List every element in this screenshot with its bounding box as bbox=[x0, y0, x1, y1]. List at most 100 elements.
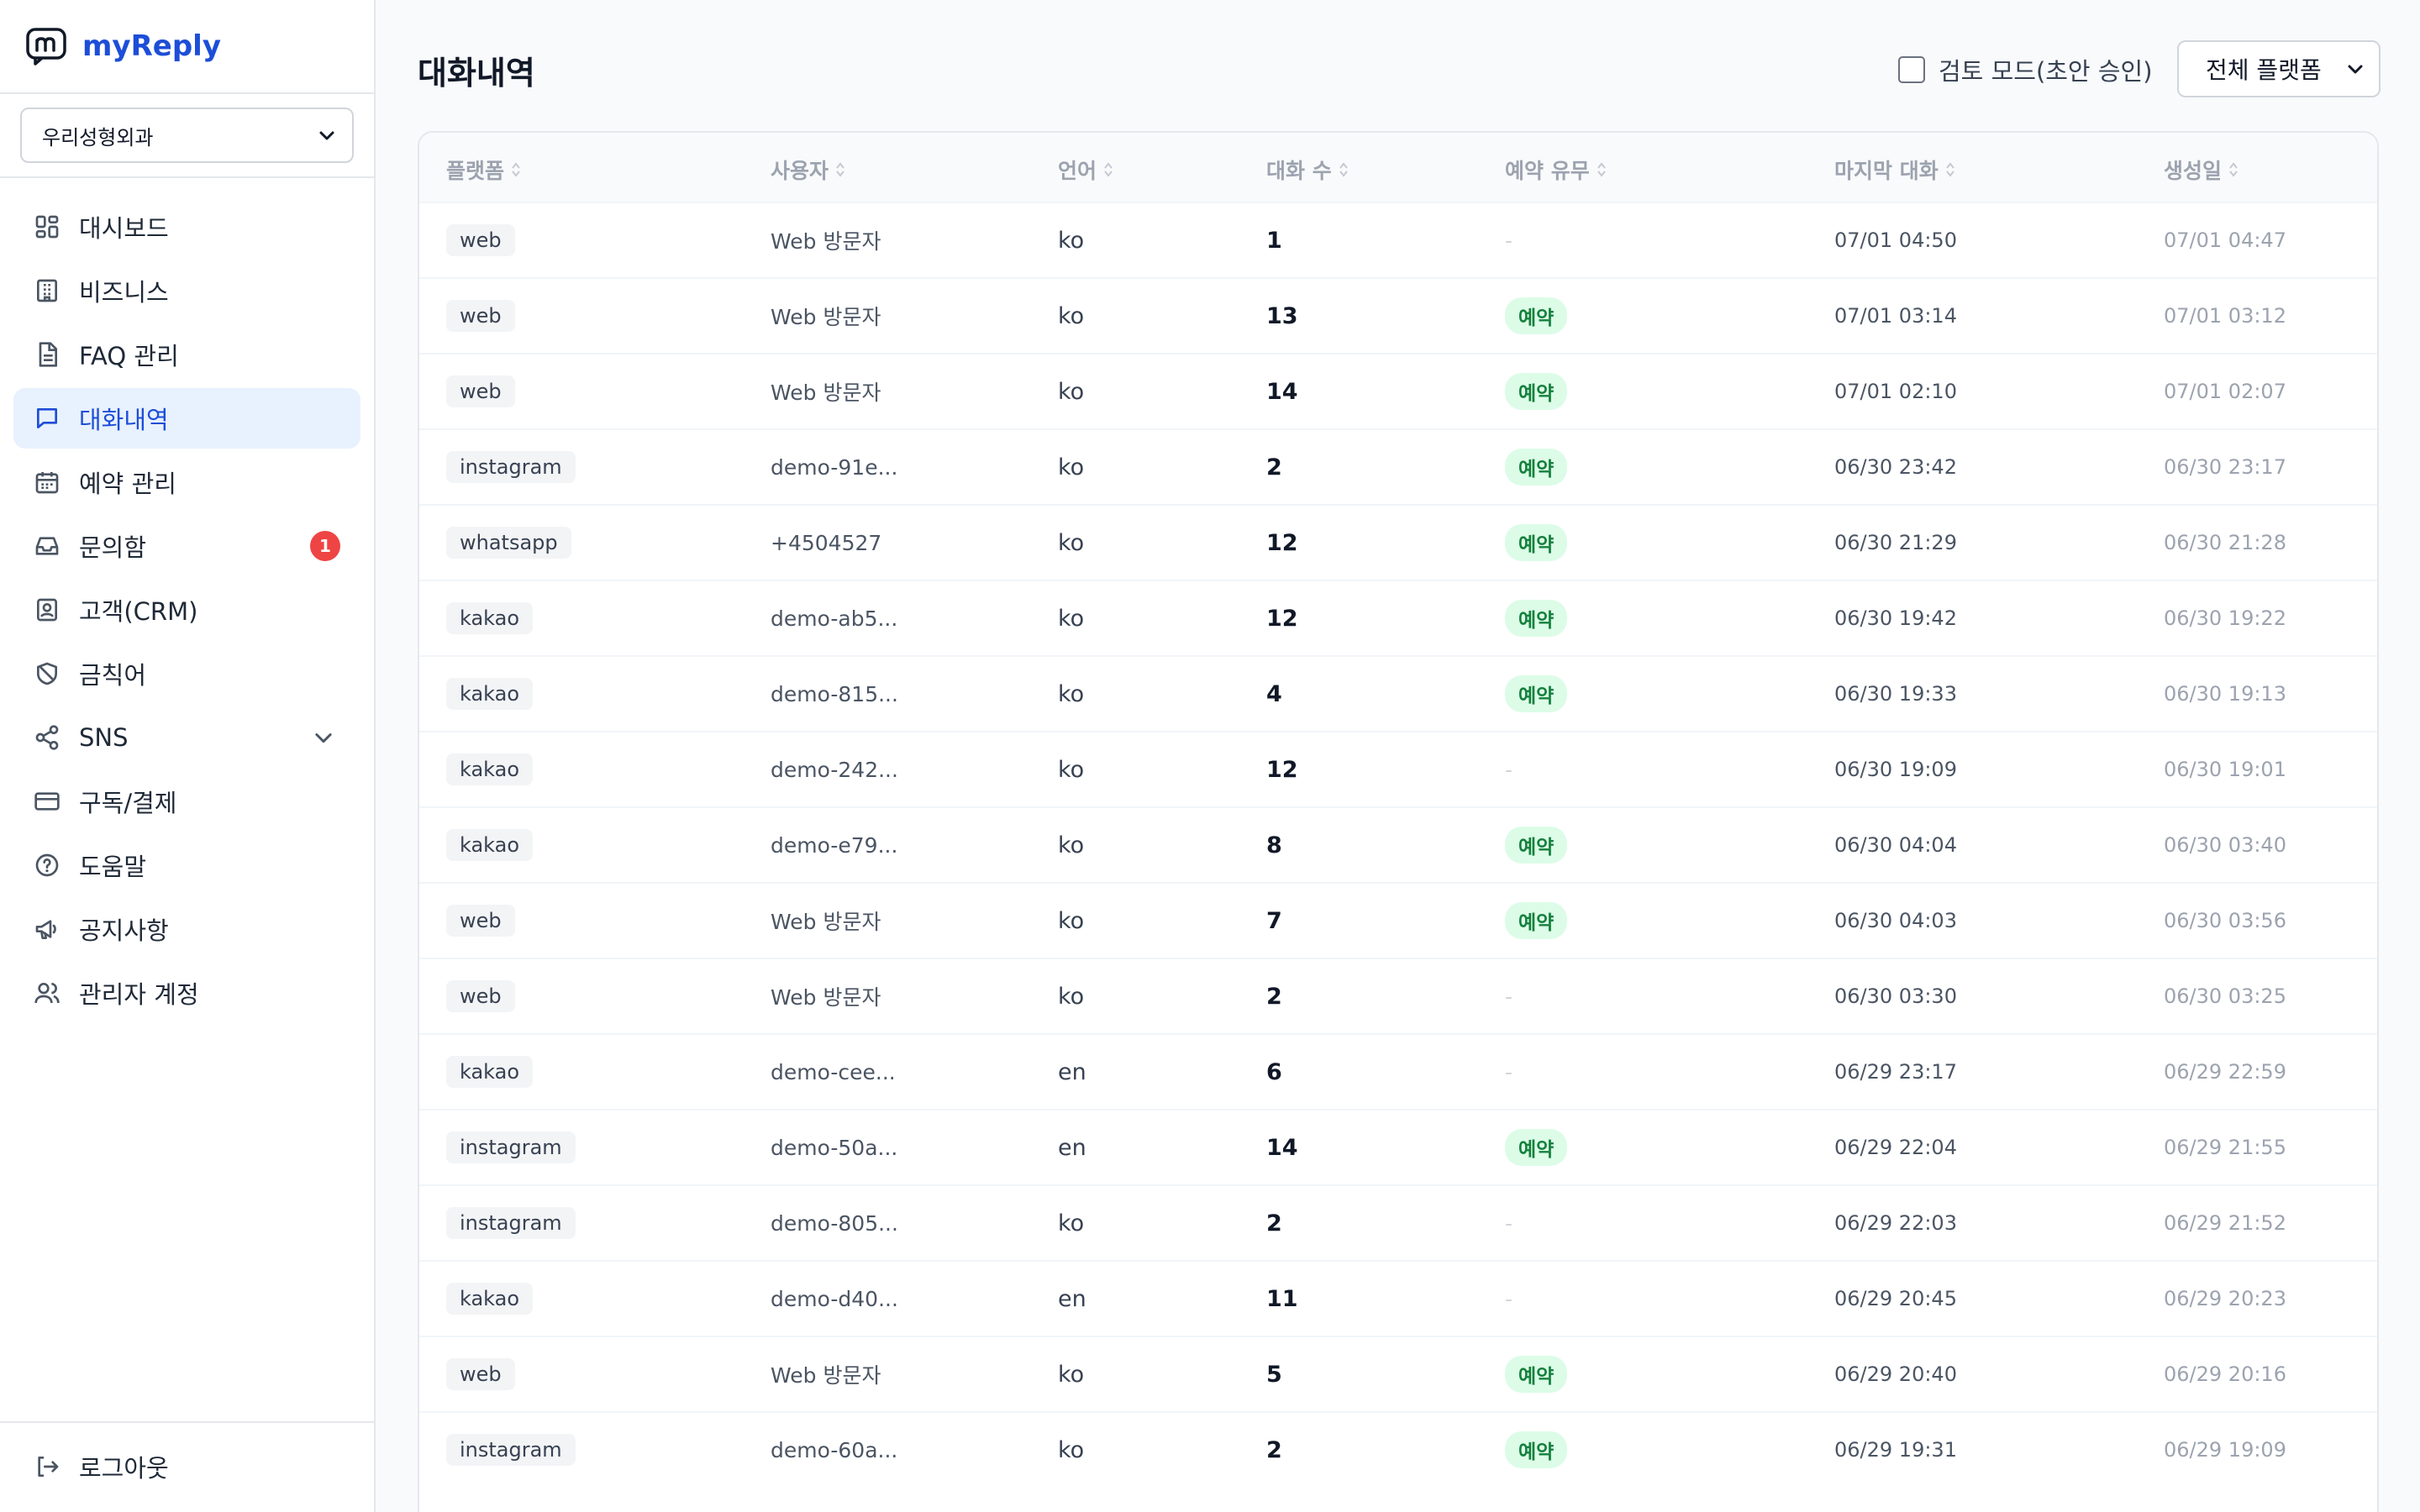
reservation-badge-cell: 예약 bbox=[1505, 581, 1568, 655]
sidebar-item-subscription[interactable]: 구독/결제 bbox=[13, 771, 360, 832]
sidebar-item-faq[interactable]: FAQ 관리 bbox=[13, 324, 360, 385]
table-row[interactable]: kakao demo-242... ko 12 - 06/30 19:09 06/30 19… bbox=[419, 731, 2377, 806]
sidebar-item-help[interactable]: 도움말 bbox=[13, 835, 360, 895]
language: ko bbox=[1058, 529, 1085, 556]
table-row[interactable]: kakao demo-ab5... ko 12 예약 06/30 19:42 06/30 1… bbox=[419, 580, 2377, 655]
table-row[interactable]: web Web 방문자 ko 1 - 07/01 04:50 07/01 04:47 bbox=[419, 202, 2377, 277]
language-cell: en bbox=[1058, 1035, 1086, 1109]
created-time-cell: 07/01 02:07 bbox=[2164, 354, 2286, 428]
platform-chip-cell: web bbox=[446, 354, 515, 428]
sidebar-item-reservations[interactable]: 예약 관리 bbox=[13, 452, 360, 512]
user-name: demo-50a... bbox=[771, 1135, 898, 1160]
reservation-badge: 예약 bbox=[1505, 297, 1568, 334]
user-name-cell: demo-50a... bbox=[771, 1110, 897, 1184]
last-message-time-cell: 06/29 23:17 bbox=[1834, 1035, 1957, 1109]
reservation-badge: 예약 bbox=[1505, 902, 1568, 939]
table-row[interactable]: instagram demo-91e... ko 2 예약 06/30 23:42 06/3… bbox=[419, 428, 2377, 504]
sidebar-item-sns[interactable]: SNS bbox=[13, 707, 360, 768]
message-count: 5 bbox=[1266, 1361, 1282, 1388]
brand[interactable]: myReply bbox=[0, 0, 374, 94]
message-count: 7 bbox=[1266, 907, 1282, 934]
platform-filter-select[interactable]: 전체 플랫폼 bbox=[2177, 40, 2381, 97]
reservation-badge-cell: 예약 bbox=[1505, 279, 1568, 353]
sidebar-item-banned-words[interactable]: 금칙어 bbox=[13, 643, 360, 704]
table-row[interactable]: web Web 방문자 ko 7 예약 06/30 04:03 06/30 03:56 bbox=[419, 882, 2377, 958]
sort-icon[interactable] bbox=[835, 161, 845, 178]
table-row[interactable]: instagram demo-60a... ko 2 예약 06/29 19:31 06/2… bbox=[419, 1411, 2377, 1487]
column-count-header[interactable]: 대화 수 bbox=[1266, 155, 1349, 185]
table-row[interactable]: web Web 방문자 ko 5 예약 06/29 20:40 06/29 20:16 bbox=[419, 1336, 2377, 1411]
message-count-cell: 12 bbox=[1266, 581, 1298, 655]
language: ko bbox=[1058, 680, 1085, 707]
created-time: 06/30 19:13 bbox=[2164, 682, 2286, 706]
sidebar-item-label: 구독/결제 bbox=[79, 789, 177, 817]
table-row[interactable]: whatsapp +4504527 ko 12 예약 06/30 21:29 06/30 2… bbox=[419, 504, 2377, 580]
share-icon bbox=[34, 724, 60, 751]
sidebar-item-dashboard[interactable]: 대시보드 bbox=[13, 197, 360, 257]
table-row[interactable]: web Web 방문자 ko 13 예약 07/01 03:14 07/01 03:12 bbox=[419, 277, 2377, 353]
contact-icon bbox=[34, 596, 60, 623]
message-count: 2 bbox=[1266, 1210, 1282, 1236]
platform-chip-cell: kakao bbox=[446, 808, 534, 882]
language: ko bbox=[1058, 983, 1085, 1010]
created-time: 06/30 03:25 bbox=[2164, 984, 2286, 1008]
no-reservation: - bbox=[1505, 984, 1513, 1009]
review-mode-checkbox[interactable] bbox=[1898, 56, 1925, 83]
column-reservation-header[interactable]: 예약 유무 bbox=[1505, 155, 1607, 185]
sort-icon[interactable] bbox=[1597, 161, 1607, 178]
platform-chip-cell: instagram bbox=[446, 1186, 576, 1260]
sort-icon[interactable] bbox=[1339, 161, 1349, 178]
sidebar-item-conversations[interactable]: 대화내역 bbox=[13, 388, 360, 449]
platform-chip-cell: web bbox=[446, 959, 515, 1033]
column-created-header[interactable]: 생성일 bbox=[2164, 155, 2238, 185]
no-reservation: - bbox=[1505, 1059, 1513, 1084]
table-row[interactable]: instagram demo-50a... en 14 예약 06/29 22:04 06/… bbox=[419, 1109, 2377, 1184]
last-message-time: 06/29 22:03 bbox=[1834, 1211, 1957, 1235]
reservation-badge-cell: 예약 bbox=[1505, 808, 1568, 882]
platform-chip: kakao bbox=[446, 829, 534, 861]
sidebar-item-notices[interactable]: 공지사항 bbox=[13, 899, 360, 959]
sort-icon[interactable] bbox=[1103, 161, 1113, 178]
last-message-time: 06/29 19:31 bbox=[1834, 1438, 1957, 1462]
sort-icon[interactable] bbox=[511, 161, 521, 178]
table-row[interactable]: instagram demo-805... ko 2 - 06/29 22:03 06/29… bbox=[419, 1184, 2377, 1260]
reservation-badge-cell: 예약 bbox=[1505, 1110, 1568, 1184]
table-row[interactable]: kakao demo-e79... ko 8 예약 06/30 04:04 06/30 03… bbox=[419, 806, 2377, 882]
business-select[interactable]: 우리성형외과 bbox=[20, 108, 354, 163]
platform-chip-cell: kakao bbox=[446, 1262, 534, 1336]
table-row[interactable]: web Web 방문자 ko 2 - 06/30 03:30 06/30 03:25 bbox=[419, 958, 2377, 1033]
language-cell: ko bbox=[1058, 1413, 1084, 1487]
last-message-time: 06/30 19:33 bbox=[1834, 682, 1957, 706]
platform-chip: kakao bbox=[446, 602, 534, 634]
column-header-label: 플랫폼 bbox=[446, 159, 505, 183]
column-platform-header[interactable]: 플랫폼 bbox=[446, 155, 521, 185]
sidebar-item-inbox[interactable]: 문의함 1 bbox=[13, 516, 360, 576]
platform-chip: kakao bbox=[446, 678, 534, 710]
logout-button[interactable]: 로그아웃 bbox=[13, 1436, 360, 1497]
table-row[interactable]: web Web 방문자 ko 14 예약 07/01 02:10 07/01 02:07 bbox=[419, 353, 2377, 428]
table-row[interactable]: kakao demo-d40... en 11 - 06/29 20:45 06/29 20… bbox=[419, 1260, 2377, 1336]
table-row[interactable]: kakao demo-815... ko 4 예약 06/30 19:33 06/30 19… bbox=[419, 655, 2377, 731]
platform-chip-cell: kakao bbox=[446, 581, 534, 655]
sidebar-item-admin-accounts[interactable]: 관리자 계정 bbox=[13, 963, 360, 1023]
column-user-header[interactable]: 사용자 bbox=[771, 155, 845, 185]
table-row[interactable]: kakao demo-cee... en 6 - 06/29 23:17 06/29 22:… bbox=[419, 1033, 2377, 1109]
created-time: 06/29 22:59 bbox=[2164, 1060, 2286, 1084]
language: ko bbox=[1058, 1361, 1085, 1388]
review-mode-toggle[interactable]: 검토 모드(초안 승인) bbox=[1898, 52, 2153, 87]
last-message-time-cell: 06/30 19:33 bbox=[1834, 657, 1957, 731]
column-last-message-header[interactable]: 마지막 대화 bbox=[1834, 155, 1955, 185]
last-message-time-cell: 07/01 02:10 bbox=[1834, 354, 1957, 428]
chevron-down-icon[interactable] bbox=[312, 726, 335, 749]
created-time-cell: 06/29 20:16 bbox=[2164, 1337, 2286, 1411]
language-cell: ko bbox=[1058, 732, 1084, 806]
message-count-cell: 4 bbox=[1266, 657, 1282, 731]
sidebar-item-business[interactable]: 비즈니스 bbox=[13, 260, 360, 321]
sidebar-item-crm[interactable]: 고객(CRM) bbox=[13, 580, 360, 640]
sort-icon[interactable] bbox=[1945, 161, 1955, 178]
created-time-cell: 06/30 21:28 bbox=[2164, 506, 2286, 580]
user-name-cell: demo-d40... bbox=[771, 1262, 898, 1336]
language: ko bbox=[1058, 1436, 1085, 1463]
sort-icon[interactable] bbox=[2228, 161, 2238, 178]
column-language-header[interactable]: 언어 bbox=[1058, 155, 1113, 185]
